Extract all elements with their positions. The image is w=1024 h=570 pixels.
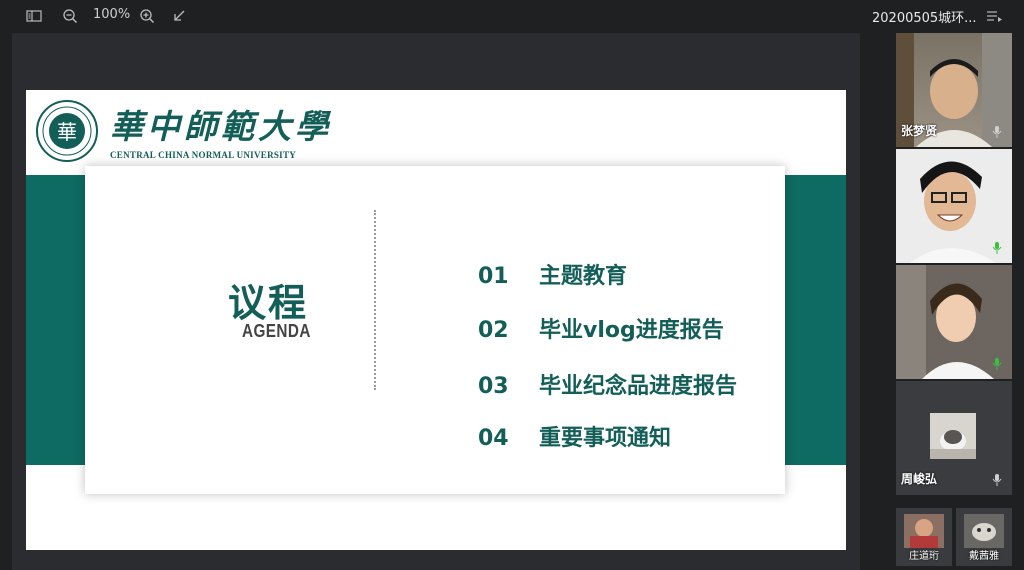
- shrink-window-icon[interactable]: [171, 8, 187, 24]
- agenda-item-number: 04: [478, 426, 509, 451]
- participant-name: 庄道珩: [909, 551, 939, 562]
- sidebar-toggle-icon[interactable]: [26, 8, 42, 24]
- participant-thumbnail[interactable]: 戴茜雅: [956, 508, 1012, 566]
- mic-active-icon: [992, 242, 1002, 254]
- agenda-item-number: 02: [478, 318, 509, 343]
- participant-video-tile[interactable]: 张梦贤: [896, 33, 1012, 147]
- agenda-item-label: 毕业纪念品进度报告: [539, 374, 738, 399]
- zoom-in-icon[interactable]: [139, 8, 155, 24]
- meeting-title: 20200505城环...: [872, 11, 977, 26]
- seal-character: 華: [57, 120, 77, 144]
- participant-thumbnail-image: [964, 514, 1004, 548]
- mic-muted-icon: [992, 126, 1002, 138]
- agenda-item: 01 主题教育: [478, 258, 627, 290]
- agenda-item-number: 01: [478, 264, 509, 289]
- participant-avatar: [930, 413, 976, 459]
- agenda-item: 03 毕业纪念品进度报告: [478, 368, 737, 400]
- zoom-level: 100%: [93, 7, 131, 22]
- agenda-item-label: 主题教育: [539, 264, 628, 289]
- mic-active-icon: [992, 358, 1002, 370]
- participant-video-tile[interactable]: [896, 265, 1012, 379]
- agenda-card: 议程 AGENDA 01 主题教育 02 毕业vlog进度报告 03 毕业纪念品进度报…: [85, 166, 785, 494]
- top-toolbar: 100% 20200505城环...: [0, 0, 1024, 32]
- participant-video-tile[interactable]: [896, 149, 1012, 263]
- university-name-cn: 華中師範大學: [110, 107, 332, 146]
- agenda-item-label: 毕业vlog进度报告: [539, 318, 724, 343]
- dotted-divider: [374, 210, 376, 390]
- participant-name: 周峻弘: [901, 472, 938, 486]
- participant-name: 张梦贤: [901, 124, 938, 138]
- university-seal-logo: 華: [36, 100, 98, 162]
- participant-avatar-tile[interactable]: 周峻弘: [896, 381, 1012, 495]
- agenda-item-label: 重要事项通知: [539, 426, 672, 451]
- participant-thumbnail-image: [904, 514, 944, 548]
- zoom-out-icon[interactable]: [62, 8, 78, 24]
- participant-thumbnail[interactable]: 庄道珩: [896, 508, 952, 566]
- agenda-title-en: AGENDA: [242, 321, 311, 341]
- university-name-en: CENTRAL CHINA NORMAL UNIVERSITY: [110, 150, 297, 160]
- shared-screen-area: 華 華中師範大學 CENTRAL CHINA NORMAL UNIVERSITY…: [12, 33, 860, 570]
- agenda-item: 02 毕业vlog进度报告: [478, 312, 724, 344]
- mic-muted-icon: [992, 474, 1002, 486]
- participant-name: 戴茜雅: [969, 551, 999, 562]
- agenda-item-number: 03: [478, 374, 509, 399]
- participant-list-icon[interactable]: [986, 8, 1002, 24]
- agenda-title-cn: 议程: [228, 281, 309, 325]
- presentation-slide: 華 華中師範大學 CENTRAL CHINA NORMAL UNIVERSITY…: [26, 90, 846, 550]
- agenda-item: 04 重要事项通知: [478, 420, 671, 452]
